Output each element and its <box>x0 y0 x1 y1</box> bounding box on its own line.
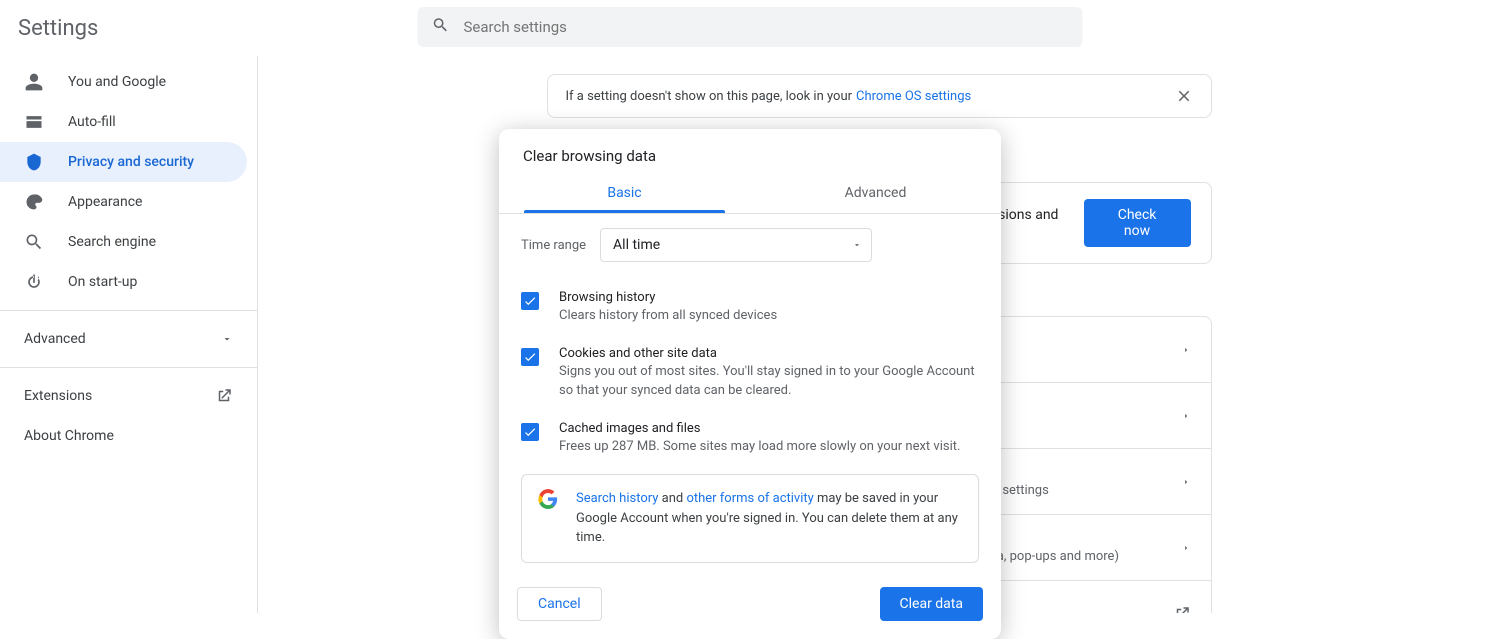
modal-overlay: Clear browsing data Basic Advanced Time … <box>0 0 1500 613</box>
time-range-label: Time range <box>521 238 586 253</box>
google-account-info-card: Search history and other forms of activi… <box>521 474 979 563</box>
info-card-text: Search history and other forms of activi… <box>576 489 962 548</box>
clear-data-button[interactable]: Clear data <box>880 587 983 621</box>
option-title: Browsing history <box>559 290 777 305</box>
checkbox-cached-images[interactable] <box>521 423 539 441</box>
modal-title: Clear browsing data <box>499 129 1001 175</box>
info-text-fragment: and <box>658 491 686 506</box>
option-cached-images[interactable]: Cached images and files Frees up 287 MB.… <box>521 411 979 467</box>
other-activity-link[interactable]: other forms of activity <box>686 491 813 506</box>
tab-basic[interactable]: Basic <box>499 175 750 213</box>
time-range-select[interactable] <box>600 228 872 262</box>
option-title: Cookies and other site data <box>559 346 979 361</box>
option-sub: Clears history from all synced devices <box>559 307 777 326</box>
modal-actions: Cancel Clear data <box>499 571 1001 639</box>
time-range-row: Time range <box>521 228 979 262</box>
option-cookies[interactable]: Cookies and other site data Signs you ou… <box>521 336 979 411</box>
option-sub: Frees up 287 MB. Some sites may load mor… <box>559 438 960 457</box>
search-history-link[interactable]: Search history <box>576 491 658 506</box>
option-browsing-history[interactable]: Browsing history Clears history from all… <box>521 280 979 336</box>
cancel-button[interactable]: Cancel <box>517 587 602 621</box>
option-title: Cached images and files <box>559 421 960 436</box>
modal-tabs: Basic Advanced <box>499 175 1001 213</box>
option-sub: Signs you out of most sites. You'll stay… <box>559 363 979 401</box>
google-logo-icon <box>538 489 558 513</box>
clear-browsing-data-modal: Clear browsing data Basic Advanced Time … <box>499 129 1001 639</box>
checkbox-cookies[interactable] <box>521 348 539 366</box>
tab-advanced[interactable]: Advanced <box>750 175 1001 213</box>
checkbox-browsing-history[interactable] <box>521 292 539 310</box>
